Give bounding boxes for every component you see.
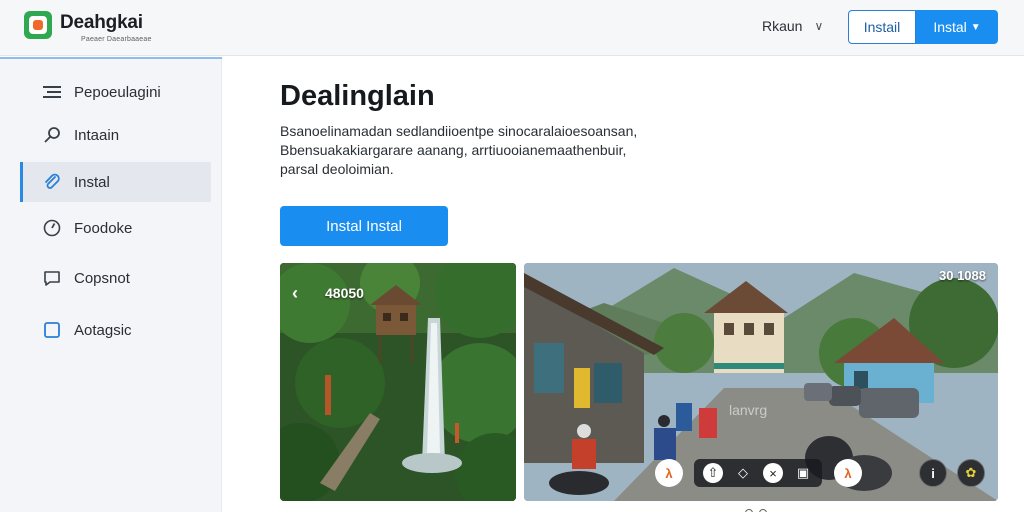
sidebar-item-pepoeulagini[interactable]: Pepoeulagini (20, 72, 211, 112)
brush-tool-icon[interactable]: λ (834, 459, 862, 487)
brush-tool-icon[interactable]: λ (655, 459, 683, 487)
account-dropdown[interactable]: Rkaun ∨ (762, 18, 823, 34)
compass-icon (42, 219, 62, 237)
app-logo-icon (24, 11, 52, 39)
screenshot-village-street[interactable]: 30 1088 lanvrg λ ⇧ ◇ × ▣ λ i ✿ (524, 263, 998, 501)
screenshot-overlay-label: 48050 (325, 285, 364, 301)
app-tagline: Paeaer Daearbaaeae (81, 36, 152, 43)
sidebar-accent-line (0, 57, 222, 59)
chevron-down-icon: ▼ (970, 21, 981, 33)
screenshot-overlay-label: 30 1088 (939, 268, 986, 283)
chevron-down-icon: ∨ (814, 19, 824, 33)
tag-icon[interactable]: ◇ (733, 463, 753, 483)
sparkle-icon[interactable]: ✿ (957, 459, 985, 487)
share-icon[interactable]: ⇧ (703, 463, 723, 483)
sidebar-item-instal[interactable]: Instal (20, 162, 211, 202)
sidebar-item-copsnot[interactable]: Copsnot (20, 258, 211, 298)
frame-icon[interactable]: ▣ (793, 463, 813, 483)
menu-icon (42, 85, 62, 99)
description-line: parsal deoloimian. (280, 161, 394, 177)
install-primary-label: Instal (933, 19, 967, 35)
chat-icon (42, 269, 62, 287)
sidebar-item-label: Foodoke (74, 219, 133, 237)
sidebar-item-label: Pepoeulagini (74, 83, 161, 101)
sidebar-item-label: Copsnot (74, 269, 130, 287)
sidebar-item-foodoke[interactable]: Foodoke (20, 208, 211, 248)
waterfall-image (280, 263, 516, 501)
pagination-dots[interactable] (745, 504, 785, 512)
description-line: Bbensuakakiargarare aanang, arrtiuooiane… (280, 142, 627, 158)
image-watermark: lanvrg (729, 402, 768, 418)
page-description: Bsanoelinamadan sedlandiioentpe sinocara… (280, 122, 660, 179)
screenshot-waterfall[interactable]: ‹ 48050 (280, 263, 516, 501)
top-header: Deahgkai Paeaer Daearbaaeae Rkaun ∨ Inst… (0, 0, 1024, 56)
sidebar-item-intaain[interactable]: Intaain (20, 115, 211, 155)
app-name: Deahgkai (60, 12, 143, 33)
install-primary-button[interactable]: Instal ▼ (916, 10, 998, 44)
sidebar-item-label: Aotagsic (74, 321, 132, 339)
paperclip-icon (42, 173, 62, 191)
image-toolbar: ⇧ ◇ × ▣ (694, 459, 822, 487)
description-line: Bsanoelinamadan sedlandiioentpe sinocara… (280, 123, 638, 139)
account-label: Rkaun (762, 18, 803, 34)
close-icon[interactable]: × (763, 463, 783, 483)
sidebar-item-label: Instal (74, 173, 110, 191)
search-icon (42, 126, 62, 144)
square-icon (42, 321, 62, 339)
back-arrow-icon[interactable]: ‹ (292, 283, 298, 304)
install-outline-button[interactable]: Instail (848, 10, 916, 44)
page-title: Dealinglain (280, 80, 435, 112)
sidebar-item-label: Intaain (74, 126, 120, 144)
info-icon[interactable]: i (919, 459, 947, 487)
sidebar-item-aotagsic[interactable]: Aotagsic (20, 310, 211, 350)
install-button[interactable]: Instal Instal (280, 206, 448, 246)
